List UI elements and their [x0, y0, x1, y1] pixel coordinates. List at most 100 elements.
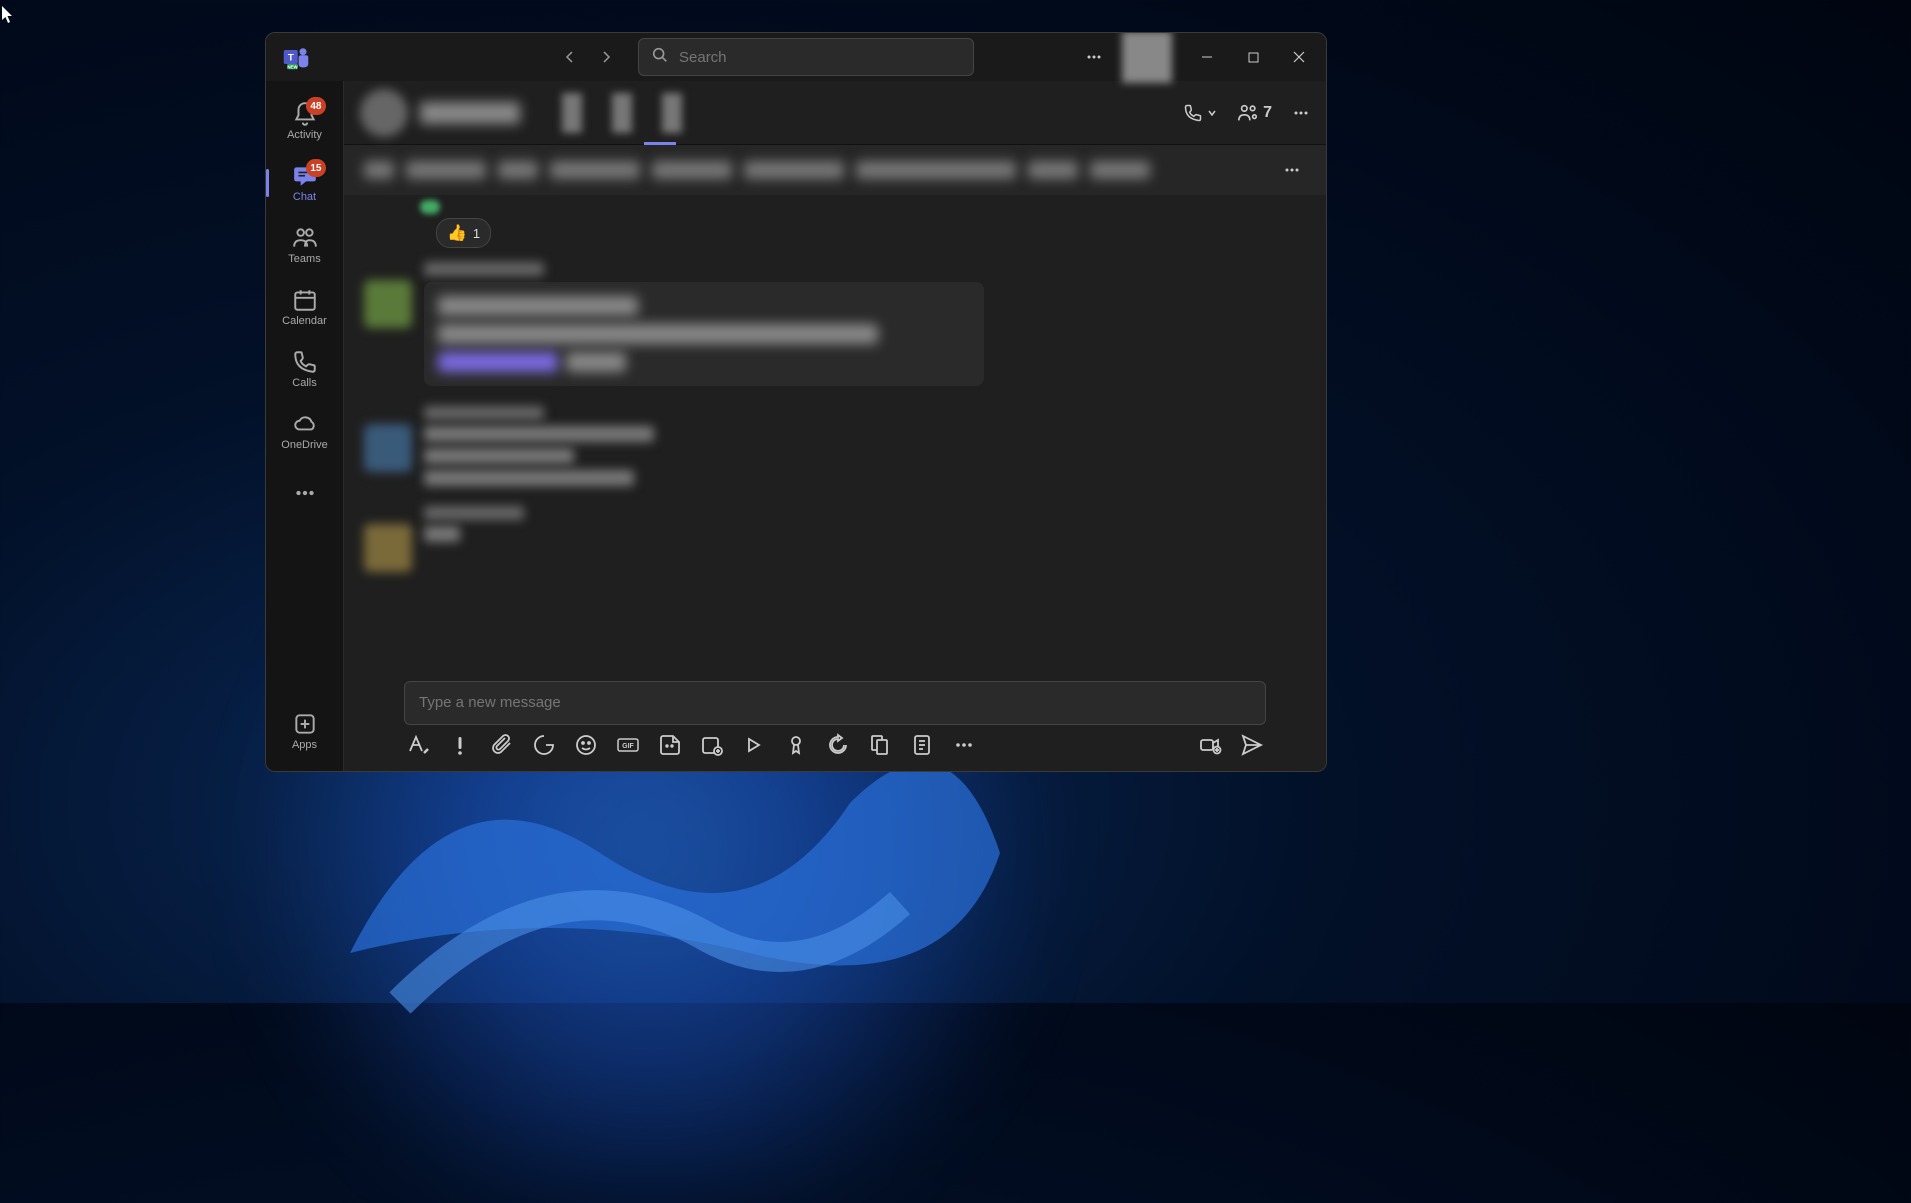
rail-calls[interactable]: Calls	[269, 339, 341, 399]
send-button[interactable]	[1240, 733, 1264, 757]
pinned-redacted	[856, 161, 1016, 179]
sender-avatar[interactable]	[364, 280, 412, 328]
chat-tab-3[interactable]	[662, 93, 682, 133]
video-clip-button[interactable]	[1198, 733, 1222, 757]
settings-more-button[interactable]	[1078, 41, 1110, 73]
reaction-chip[interactable]: 👍 1	[436, 218, 491, 248]
stream-button[interactable]	[742, 733, 766, 757]
left-nav-rail: 48 Activity 15 Chat Teams	[266, 81, 344, 771]
chat-title	[420, 102, 520, 124]
rail-apps[interactable]: Apps	[269, 701, 341, 761]
redacted-text	[424, 448, 574, 464]
rail-calendar-label: Calendar	[282, 315, 327, 327]
pinned-redacted	[364, 161, 394, 179]
active-tab-indicator	[644, 142, 676, 145]
compose-box[interactable]	[404, 681, 1266, 725]
gif-button[interactable]: GIF	[616, 733, 640, 757]
rail-more[interactable]	[269, 463, 341, 523]
search-input[interactable]	[679, 49, 961, 66]
message-group	[364, 406, 1306, 486]
priority-button[interactable]	[448, 733, 472, 757]
rail-activity-label: Activity	[287, 129, 322, 141]
user-avatar[interactable]	[1122, 32, 1172, 83]
pinned-redacted	[1028, 161, 1078, 179]
reaction-count: 1	[473, 226, 480, 241]
chat-main-area: 7	[344, 81, 1326, 771]
message-group	[364, 262, 1306, 386]
mouse-cursor	[2, 6, 16, 29]
chat-icon: 15	[292, 163, 318, 189]
phone-icon	[292, 349, 318, 375]
sender-avatar[interactable]	[364, 524, 412, 572]
chevron-down-icon	[1207, 108, 1217, 118]
rail-onedrive-label: OneDrive	[281, 439, 327, 451]
reactor-avatar	[420, 200, 440, 214]
message-bubble[interactable]	[424, 282, 984, 386]
polls-button[interactable]	[910, 733, 934, 757]
chat-tab-2[interactable]	[612, 93, 632, 133]
activity-badge: 48	[306, 97, 325, 115]
approvals-button[interactable]	[868, 733, 892, 757]
titlebar: TNEW	[266, 33, 1326, 81]
people-icon	[292, 225, 318, 251]
pinned-redacted	[406, 161, 486, 179]
close-button[interactable]	[1276, 34, 1322, 80]
pinned-redacted	[498, 161, 538, 179]
message-meta-redacted	[424, 406, 544, 420]
maximize-button[interactable]	[1230, 34, 1276, 80]
chat-header-avatar[interactable]	[360, 89, 408, 137]
schedule-meeting-button[interactable]	[700, 733, 724, 757]
svg-text:NEW: NEW	[287, 64, 298, 69]
chat-badge: 15	[306, 159, 325, 177]
compose-area: GIF	[344, 673, 1326, 771]
cloud-icon	[292, 411, 318, 437]
rail-chat[interactable]: 15 Chat	[269, 153, 341, 213]
header-more-button[interactable]	[1292, 104, 1310, 122]
minimize-button[interactable]	[1184, 34, 1230, 80]
compose-toolbar: GIF	[404, 733, 1266, 757]
redacted-text	[438, 296, 638, 316]
loop-button[interactable]	[532, 733, 556, 757]
rail-activity[interactable]: 48 Activity	[269, 91, 341, 151]
more-apps-button[interactable]	[952, 733, 976, 757]
redacted-text	[438, 324, 878, 344]
message-meta-redacted	[424, 506, 524, 520]
rail-calendar[interactable]: Calendar	[269, 277, 341, 337]
format-button[interactable]	[406, 733, 430, 757]
pinned-redacted	[1090, 161, 1150, 179]
redacted-link	[438, 352, 558, 372]
rail-teams[interactable]: Teams	[269, 215, 341, 275]
rail-calls-label: Calls	[292, 377, 316, 389]
call-button[interactable]	[1183, 103, 1217, 123]
pinned-more-button[interactable]	[1278, 156, 1306, 184]
chat-tab-1[interactable]	[562, 93, 582, 133]
praise-button[interactable]	[784, 733, 808, 757]
message-group	[364, 506, 1306, 572]
calendar-icon	[292, 287, 318, 313]
sender-avatar[interactable]	[364, 424, 412, 472]
plus-square-icon	[292, 711, 318, 737]
message-input[interactable]	[419, 694, 1251, 711]
nav-forward-button[interactable]	[590, 41, 622, 73]
teams-logo-icon: TNEW	[276, 37, 316, 77]
teams-window: TNEW	[265, 32, 1327, 772]
pinned-redacted	[652, 161, 732, 179]
attach-button[interactable]	[490, 733, 514, 757]
participants-button[interactable]: 7	[1237, 102, 1272, 124]
search-box[interactable]	[638, 38, 974, 76]
chat-message-list[interactable]: 👍 1	[344, 195, 1326, 673]
pinned-message-bar[interactable]	[344, 145, 1326, 195]
search-icon	[651, 46, 669, 69]
chat-header: 7	[344, 81, 1326, 145]
participants-count: 7	[1263, 104, 1272, 122]
updates-button[interactable]	[826, 733, 850, 757]
sticker-button[interactable]	[658, 733, 682, 757]
rail-onedrive[interactable]: OneDrive	[269, 401, 341, 461]
nav-back-button[interactable]	[554, 41, 586, 73]
thumbs-up-icon: 👍	[447, 223, 467, 243]
more-horizontal-icon	[292, 480, 318, 506]
rail-apps-label: Apps	[292, 739, 317, 751]
rail-teams-label: Teams	[288, 253, 320, 265]
emoji-button[interactable]	[574, 733, 598, 757]
redacted-text	[566, 352, 626, 372]
